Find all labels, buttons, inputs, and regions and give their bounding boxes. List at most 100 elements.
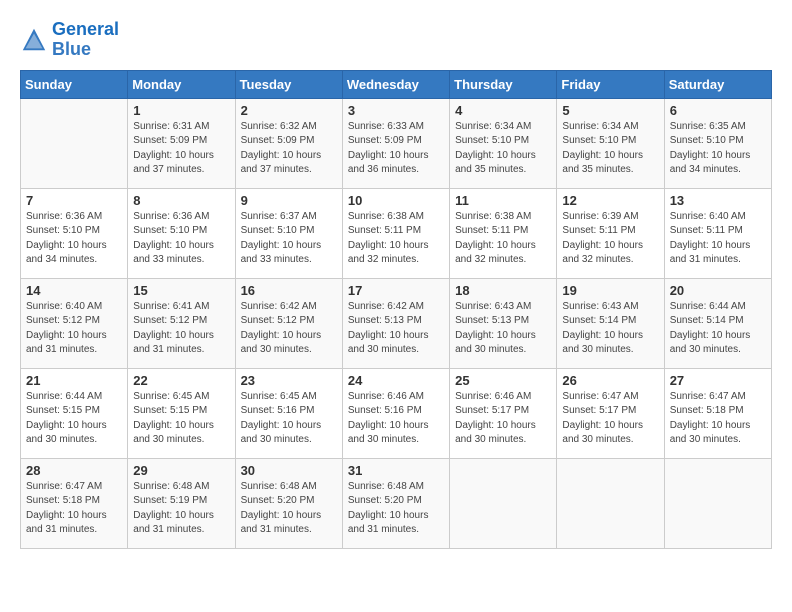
day-detail: Sunrise: 6:36 AM Sunset: 5:10 PM Dayligh… [133, 210, 229, 268]
calendar-table: SundayMondayTuesdayWednesdayThursdayFrid… [20, 70, 772, 549]
day-detail: Sunrise: 6:48 AM Sunset: 5:19 PM Dayligh… [133, 480, 229, 538]
calendar-cell: 15 Sunrise: 6:41 AM Sunset: 5:12 PM Dayli… [128, 278, 235, 368]
calendar-week-2: 7 Sunrise: 6:36 AM Sunset: 5:10 PM Daylig… [21, 188, 772, 278]
logo-icon [20, 26, 48, 54]
day-detail: Sunrise: 6:44 AM Sunset: 5:15 PM Dayligh… [26, 390, 122, 448]
day-detail: Sunrise: 6:45 AM Sunset: 5:16 PM Dayligh… [241, 390, 337, 448]
day-number: 21 [26, 373, 122, 388]
weekday-header-sunday: Sunday [21, 70, 128, 98]
day-number: 28 [26, 463, 122, 478]
weekday-header-saturday: Saturday [664, 70, 771, 98]
day-number: 4 [455, 103, 551, 118]
day-number: 30 [241, 463, 337, 478]
calendar-cell: 1 Sunrise: 6:31 AM Sunset: 5:09 PM Daylig… [128, 98, 235, 188]
day-number: 7 [26, 193, 122, 208]
calendar-cell: 27 Sunrise: 6:47 AM Sunset: 5:18 PM Dayli… [664, 368, 771, 458]
day-detail: Sunrise: 6:36 AM Sunset: 5:10 PM Dayligh… [26, 210, 122, 268]
calendar-cell: 22Sunrise: 6:45 AM Sunset: 5:15 PM Dayli… [128, 368, 235, 458]
logo: General Blue [20, 20, 119, 60]
calendar-cell: 31 Sunrise: 6:48 AM Sunset: 5:20 PM Dayli… [342, 458, 449, 548]
calendar-cell: 20Sunrise: 6:44 AM Sunset: 5:14 PM Dayli… [664, 278, 771, 368]
weekday-header-wednesday: Wednesday [342, 70, 449, 98]
calendar-cell: 2 Sunrise: 6:32 AM Sunset: 5:09 PM Daylig… [235, 98, 342, 188]
day-number: 15 [133, 283, 229, 298]
calendar-cell: 21 Sunrise: 6:44 AM Sunset: 5:15 PM Dayli… [21, 368, 128, 458]
day-number: 22 [133, 373, 229, 388]
calendar-cell: 11 Sunrise: 6:38 AM Sunset: 5:11 PM Dayli… [450, 188, 557, 278]
calendar-cell: 8 Sunrise: 6:36 AM Sunset: 5:10 PM Daylig… [128, 188, 235, 278]
day-number: 23 [241, 373, 337, 388]
day-detail: Sunrise: 6:40 AM Sunset: 5:11 PM Dayligh… [670, 210, 766, 268]
calendar-cell: 10Sunrise: 6:38 AM Sunset: 5:11 PM Dayli… [342, 188, 449, 278]
day-detail: Sunrise: 6:46 AM Sunset: 5:17 PM Dayligh… [455, 390, 551, 448]
day-detail: Sunrise: 6:46 AM Sunset: 5:16 PM Dayligh… [348, 390, 444, 448]
weekday-header-tuesday: Tuesday [235, 70, 342, 98]
day-number: 31 [348, 463, 444, 478]
day-number: 19 [562, 283, 658, 298]
day-number: 17 [348, 283, 444, 298]
day-detail: Sunrise: 6:47 AM Sunset: 5:17 PM Dayligh… [562, 390, 658, 448]
day-number: 20 [670, 283, 766, 298]
day-detail: Sunrise: 6:37 AM Sunset: 5:10 PM Dayligh… [241, 210, 337, 268]
calendar-cell: 12Sunrise: 6:39 AM Sunset: 5:11 PM Dayli… [557, 188, 664, 278]
calendar-cell: 16Sunrise: 6:42 AM Sunset: 5:12 PM Dayli… [235, 278, 342, 368]
weekday-header-friday: Friday [557, 70, 664, 98]
day-number: 8 [133, 193, 229, 208]
day-detail: Sunrise: 6:43 AM Sunset: 5:14 PM Dayligh… [562, 300, 658, 358]
day-number: 29 [133, 463, 229, 478]
calendar-cell: 19 Sunrise: 6:43 AM Sunset: 5:14 PM Dayli… [557, 278, 664, 368]
calendar-cell: 28 Sunrise: 6:47 AM Sunset: 5:18 PM Dayli… [21, 458, 128, 548]
day-detail: Sunrise: 6:41 AM Sunset: 5:12 PM Dayligh… [133, 300, 229, 358]
calendar-cell [450, 458, 557, 548]
day-number: 26 [562, 373, 658, 388]
day-detail: Sunrise: 6:34 AM Sunset: 5:10 PM Dayligh… [562, 120, 658, 178]
calendar-cell: 30 Sunrise: 6:48 AM Sunset: 5:20 PM Dayli… [235, 458, 342, 548]
day-detail: Sunrise: 6:31 AM Sunset: 5:09 PM Dayligh… [133, 120, 229, 178]
logo-text: General Blue [52, 20, 119, 60]
calendar-cell: 14Sunrise: 6:40 AM Sunset: 5:12 PM Dayli… [21, 278, 128, 368]
calendar-cell: 3 Sunrise: 6:33 AM Sunset: 5:09 PM Daylig… [342, 98, 449, 188]
calendar-week-4: 21 Sunrise: 6:44 AM Sunset: 5:15 PM Dayli… [21, 368, 772, 458]
calendar-cell: 18Sunrise: 6:43 AM Sunset: 5:13 PM Dayli… [450, 278, 557, 368]
day-number: 18 [455, 283, 551, 298]
calendar-cell: 5 Sunrise: 6:34 AM Sunset: 5:10 PM Daylig… [557, 98, 664, 188]
calendar-cell: 25 Sunrise: 6:46 AM Sunset: 5:17 PM Dayli… [450, 368, 557, 458]
calendar-week-1: 1 Sunrise: 6:31 AM Sunset: 5:09 PM Daylig… [21, 98, 772, 188]
weekday-header-thursday: Thursday [450, 70, 557, 98]
calendar-cell: 24 Sunrise: 6:46 AM Sunset: 5:16 PM Dayli… [342, 368, 449, 458]
calendar-week-5: 28 Sunrise: 6:47 AM Sunset: 5:18 PM Dayli… [21, 458, 772, 548]
weekday-header-monday: Monday [128, 70, 235, 98]
calendar-cell: 29 Sunrise: 6:48 AM Sunset: 5:19 PM Dayli… [128, 458, 235, 548]
day-detail: Sunrise: 6:48 AM Sunset: 5:20 PM Dayligh… [241, 480, 337, 538]
day-detail: Sunrise: 6:35 AM Sunset: 5:10 PM Dayligh… [670, 120, 766, 178]
day-detail: Sunrise: 6:47 AM Sunset: 5:18 PM Dayligh… [26, 480, 122, 538]
calendar-cell: 13Sunrise: 6:40 AM Sunset: 5:11 PM Dayli… [664, 188, 771, 278]
day-number: 10 [348, 193, 444, 208]
calendar-cell [557, 458, 664, 548]
day-number: 11 [455, 193, 551, 208]
day-detail: Sunrise: 6:34 AM Sunset: 5:10 PM Dayligh… [455, 120, 551, 178]
calendar-cell: 7 Sunrise: 6:36 AM Sunset: 5:10 PM Daylig… [21, 188, 128, 278]
day-number: 3 [348, 103, 444, 118]
day-number: 9 [241, 193, 337, 208]
day-number: 5 [562, 103, 658, 118]
day-detail: Sunrise: 6:42 AM Sunset: 5:13 PM Dayligh… [348, 300, 444, 358]
calendar-cell: 9 Sunrise: 6:37 AM Sunset: 5:10 PM Daylig… [235, 188, 342, 278]
day-detail: Sunrise: 6:48 AM Sunset: 5:20 PM Dayligh… [348, 480, 444, 538]
day-detail: Sunrise: 6:33 AM Sunset: 5:09 PM Dayligh… [348, 120, 444, 178]
day-number: 1 [133, 103, 229, 118]
day-number: 25 [455, 373, 551, 388]
day-detail: Sunrise: 6:47 AM Sunset: 5:18 PM Dayligh… [670, 390, 766, 448]
day-detail: Sunrise: 6:38 AM Sunset: 5:11 PM Dayligh… [455, 210, 551, 268]
day-number: 2 [241, 103, 337, 118]
day-detail: Sunrise: 6:42 AM Sunset: 5:12 PM Dayligh… [241, 300, 337, 358]
weekday-header-row: SundayMondayTuesdayWednesdayThursdayFrid… [21, 70, 772, 98]
day-number: 27 [670, 373, 766, 388]
day-detail: Sunrise: 6:32 AM Sunset: 5:09 PM Dayligh… [241, 120, 337, 178]
day-number: 24 [348, 373, 444, 388]
day-detail: Sunrise: 6:40 AM Sunset: 5:12 PM Dayligh… [26, 300, 122, 358]
page-header: General Blue [20, 20, 772, 60]
calendar-week-3: 14Sunrise: 6:40 AM Sunset: 5:12 PM Dayli… [21, 278, 772, 368]
calendar-cell: 23 Sunrise: 6:45 AM Sunset: 5:16 PM Dayli… [235, 368, 342, 458]
calendar-cell [21, 98, 128, 188]
